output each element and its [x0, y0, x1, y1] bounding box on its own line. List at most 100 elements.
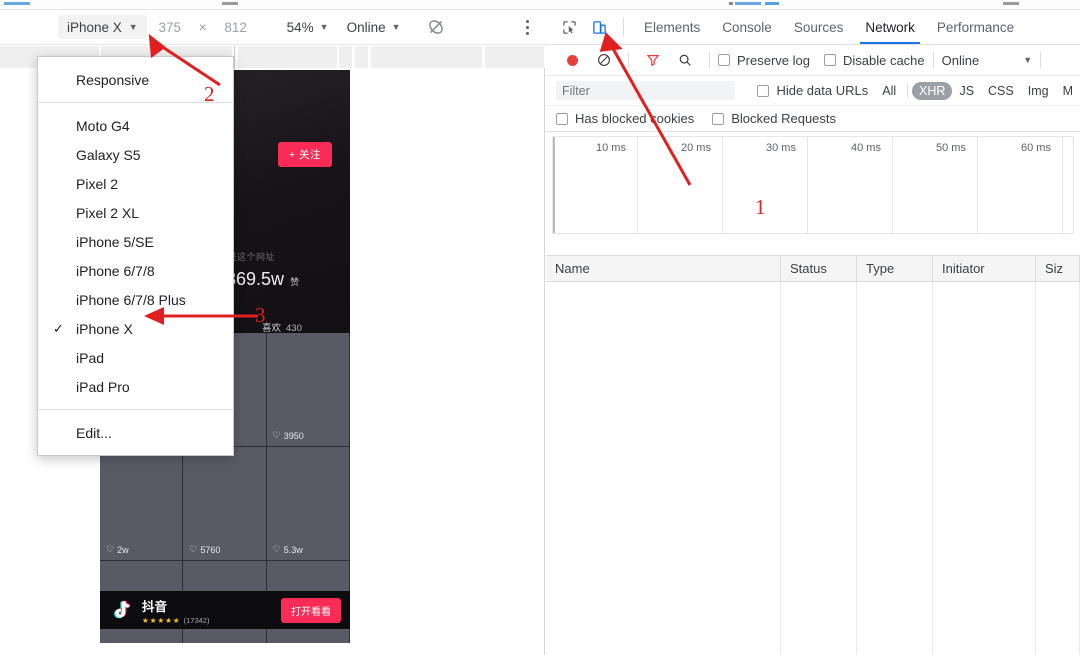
annotation-marker-2: 2: [204, 82, 215, 106]
screenshot-root: iPhone X ▼ 375 × 812 54% ▼ Online ▼ + 关注…: [0, 0, 1080, 655]
network-throttling-label[interactable]: Online: [942, 53, 980, 68]
grid-item[interactable]: ♡ 5760: [183, 447, 267, 561]
star-rating-icon: ★★★★★: [142, 615, 181, 625]
network-filter-row: Hide data URLs All XHR JS CSS Img M: [546, 76, 1080, 106]
network-toolbar: Preserve log Disable cache Online ▼: [546, 45, 1080, 76]
menu-item-edit[interactable]: Edit...: [38, 418, 233, 447]
record-icon[interactable]: [556, 47, 588, 73]
tab-label: Performance: [936, 19, 1015, 35]
app-rating: ★★★★★ (17342): [142, 616, 209, 625]
tab-label: Network: [865, 19, 915, 35]
menu-item-iphone-6-7-8[interactable]: iPhone 6/7/8: [38, 256, 233, 285]
viewport-height-input[interactable]: 812: [213, 20, 259, 35]
zoom-selector[interactable]: 54% ▼: [287, 20, 329, 35]
filter-type-media[interactable]: M: [1056, 82, 1080, 100]
tab-sources[interactable]: Sources: [783, 10, 855, 44]
heart-icon: ♡: [272, 544, 281, 554]
tab-elements[interactable]: Elements: [633, 10, 711, 44]
menu-item-iphone-5-se[interactable]: iPhone 5/SE: [38, 227, 233, 256]
grid-item-likes: ♡ 2w: [106, 544, 129, 555]
table-header-row: Name Status Type Initiator Siz: [546, 255, 1080, 282]
filter-type-xhr[interactable]: XHR: [912, 81, 953, 100]
tab-console[interactable]: Console: [711, 10, 783, 44]
has-blocked-cookies-label: Has blocked cookies: [575, 111, 695, 126]
devtools-tabbar: Elements Console Sources Network Perform…: [546, 10, 1080, 45]
tab-performance[interactable]: Performance: [926, 10, 1025, 44]
menu-item-label: Pixel 2: [76, 175, 119, 192]
menu-item-ipad[interactable]: iPad: [38, 343, 233, 372]
device-selector[interactable]: iPhone X ▼: [58, 15, 147, 39]
blocked-requests-checkbox[interactable]: Blocked Requests: [712, 111, 836, 126]
menu-item-galaxy-s5[interactable]: Galaxy S5: [38, 140, 233, 169]
column-header-name[interactable]: Name: [546, 256, 781, 281]
menu-item-label: iPhone 5/SE: [76, 233, 154, 250]
chevron-down-icon[interactable]: ▼: [1023, 55, 1032, 65]
device-selector-label: iPhone X: [67, 19, 122, 35]
throttling-selector[interactable]: Online ▼: [347, 20, 401, 35]
network-options-row: Has blocked cookies Blocked Requests: [546, 106, 1080, 132]
app-name: 抖音: [142, 599, 168, 614]
browser-chrome-sliver: [0, 0, 1080, 9]
menu-item-pixel-2[interactable]: Pixel 2: [38, 169, 233, 198]
stats-suffix: 赞: [290, 277, 300, 287]
timeline-tick-label: 10 ms: [596, 142, 626, 154]
search-icon[interactable]: [669, 47, 701, 73]
filter-icon[interactable]: [637, 47, 669, 73]
preserve-log-checkbox[interactable]: Preserve log: [718, 53, 810, 68]
heart-icon: ♡: [106, 544, 115, 554]
menu-item-label: Edit...: [76, 424, 112, 441]
checkmark-icon: ✓: [53, 320, 64, 336]
rotate-icon[interactable]: [427, 18, 445, 36]
grid-item[interactable]: ♡ 2w: [100, 447, 184, 561]
preserve-log-label: Preserve log: [737, 52, 810, 68]
inspect-element-icon[interactable]: [554, 14, 584, 40]
rating-count: (17342): [183, 615, 210, 625]
network-overview-timeline[interactable]: 10 ms 20 ms 30 ms 40 ms 50 ms 60 ms: [552, 136, 1074, 234]
chevron-down-icon: ▼: [319, 21, 329, 32]
grid-item[interactable]: ♡ 5.3w: [266, 447, 350, 561]
chevron-down-icon: ▼: [391, 21, 401, 32]
timeline-tick-label: 50 ms: [936, 142, 966, 154]
viewport-width-input[interactable]: 375: [147, 20, 193, 35]
menu-item-ipad-pro[interactable]: iPad Pro: [38, 372, 233, 401]
column-header-size[interactable]: Siz: [1036, 256, 1080, 281]
filter-type-img[interactable]: Img: [1021, 82, 1056, 100]
tab-label: Console: [722, 19, 772, 35]
timeline-tick-label: 20 ms: [681, 142, 711, 154]
menu-item-label: Galaxy S5: [76, 146, 141, 163]
column-header-type[interactable]: Type: [857, 256, 933, 281]
likes-tab[interactable]: 喜欢 430: [262, 320, 302, 334]
kebab-menu-icon[interactable]: [526, 19, 529, 35]
menu-item-moto-g4[interactable]: Moto G4: [38, 111, 233, 140]
menu-item-pixel-2-xl[interactable]: Pixel 2 XL: [38, 198, 233, 227]
filter-input[interactable]: [556, 81, 736, 100]
menu-item-iphone-x[interactable]: ✓ iPhone X: [38, 314, 233, 343]
hide-data-urls-checkbox[interactable]: Hide data URLs: [757, 83, 868, 98]
tabbar-divider: [623, 18, 624, 36]
disable-cache-checkbox[interactable]: Disable cache: [823, 52, 925, 68]
device-toolbar-icon[interactable]: [584, 14, 614, 40]
dimension-separator: ×: [198, 19, 207, 35]
column-header-initiator[interactable]: Initiator: [933, 256, 1036, 281]
toolbar-divider: [628, 52, 629, 68]
blocked-requests-label: Blocked Requests: [731, 111, 837, 126]
disable-cache-label: Disable cache: [842, 52, 925, 68]
menu-item-label: Responsive: [76, 71, 150, 88]
filter-type-all[interactable]: All: [875, 82, 903, 100]
filter-type-css[interactable]: CSS: [981, 82, 1021, 100]
grid-item[interactable]: ♡ 3950: [266, 333, 350, 447]
table-body-empty: [546, 282, 1080, 655]
menu-item-iphone-6-7-8-plus[interactable]: iPhone 6/7/8 Plus: [38, 285, 233, 314]
filter-type-js[interactable]: JS: [952, 82, 981, 100]
follow-button[interactable]: + 关注: [277, 142, 332, 167]
heart-icon: ♡: [272, 430, 281, 440]
open-app-button[interactable]: 打开看看: [281, 597, 341, 623]
hide-data-urls-label: Hide data URLs: [776, 83, 869, 98]
tab-network[interactable]: Network: [854, 10, 926, 44]
checkbox-box: [718, 54, 730, 66]
column-header-status[interactable]: Status: [781, 256, 857, 281]
checkbox-box: [556, 112, 568, 125]
clear-icon[interactable]: [588, 47, 620, 73]
device-dropdown-menu: Responsive Moto G4 Galaxy S5 Pixel 2 Pix…: [37, 56, 234, 456]
has-blocked-cookies-checkbox[interactable]: Has blocked cookies: [556, 111, 694, 126]
